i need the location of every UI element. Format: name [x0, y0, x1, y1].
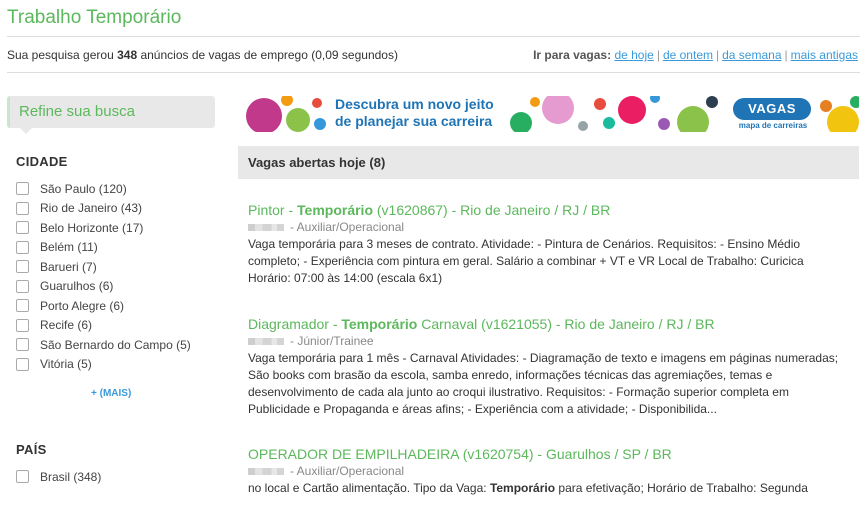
city-filter-item[interactable]: Barueri (7): [16, 257, 191, 277]
job-meta: - Júnior/Trainee: [248, 334, 848, 349]
goto-today-link[interactable]: de hoje: [614, 48, 653, 62]
city-filter-item[interactable]: Belém (11): [16, 238, 191, 258]
checkbox[interactable]: [16, 240, 29, 254]
city-filter-item[interactable]: Belo Horizonte (17): [16, 218, 191, 238]
job-level: - Júnior/Trainee: [290, 334, 374, 348]
city-filter-item[interactable]: Recife (6): [16, 316, 191, 336]
checkbox[interactable]: [16, 182, 29, 196]
checkbox[interactable]: [16, 201, 29, 215]
city-filter-item[interactable]: Rio de Janeiro (43): [16, 199, 191, 219]
company-name-blurred: [248, 468, 284, 475]
job-description: Vaga temporária para 3 meses de contrato…: [248, 237, 804, 285]
job-level: - Auxiliar/Operacional: [290, 464, 405, 478]
checkbox[interactable]: [16, 260, 29, 274]
checkbox[interactable]: [16, 279, 29, 293]
job-meta: - Auxiliar/Operacional: [248, 464, 848, 479]
goto-label: Ir para vagas:: [533, 48, 612, 62]
job-description: Vaga temporária para 1 mês - Carnaval At…: [248, 351, 839, 416]
company-name-blurred: [248, 224, 284, 231]
more-cities-link[interactable]: + (MAIS): [91, 388, 131, 399]
refine-search-header: Refine sua busca: [7, 96, 215, 134]
results-count: 348: [117, 48, 138, 62]
city-filter-item[interactable]: Vitória (5): [16, 355, 191, 375]
goto-week-link[interactable]: da semana: [722, 48, 781, 62]
city-filter-title: CIDADE: [16, 154, 68, 169]
divider: [7, 36, 860, 37]
job-description: no local e Cartão alimentação. Tipo da V…: [248, 481, 808, 495]
vagas-logo-subtitle: mapa de carreiras: [738, 121, 808, 130]
job-meta: - Auxiliar/Operacional: [248, 220, 848, 235]
job-title-link[interactable]: OPERADOR DE EMPILHADEIRA (v1620754) - Gu…: [248, 446, 848, 463]
job-listing: Diagramador - Temporário Carnaval (v1621…: [248, 316, 848, 418]
checkbox[interactable]: [16, 299, 29, 313]
job-listing: Pintor - Temporário (v1620867) - Rio de …: [248, 202, 848, 287]
job-title-link[interactable]: Pintor - Temporário (v1620867) - Rio de …: [248, 202, 848, 219]
job-title-link[interactable]: Diagramador - Temporário Carnaval (v1621…: [248, 316, 848, 333]
checkbox[interactable]: [16, 221, 29, 235]
goto-older-link[interactable]: mais antigas: [791, 48, 858, 62]
city-filter-item[interactable]: São Paulo (120): [16, 179, 191, 199]
checkbox[interactable]: [16, 318, 29, 332]
city-filter-list: São Paulo (120) Rio de Janeiro (43) Belo…: [16, 179, 191, 374]
country-filter-item[interactable]: Brasil (348): [16, 467, 101, 487]
divider: [7, 72, 860, 73]
job-level: - Auxiliar/Operacional: [290, 220, 405, 234]
job-listing: OPERADOR DE EMPILHADEIRA (v1620754) - Gu…: [248, 446, 848, 497]
open-jobs-header: Vagas abertas hoje (8): [238, 146, 859, 179]
checkbox[interactable]: [16, 470, 29, 484]
vagas-logo: VAGAS: [733, 98, 811, 120]
page-title: Trabalho Temporário: [7, 7, 182, 28]
country-filter-title: PAÍS: [16, 442, 47, 457]
checkbox[interactable]: [16, 338, 29, 352]
country-filter-list: Brasil (348): [16, 467, 101, 487]
checkbox[interactable]: [16, 357, 29, 371]
city-filter-item[interactable]: São Bernardo do Campo (5): [16, 335, 191, 355]
goto-yesterday-link[interactable]: de ontem: [663, 48, 713, 62]
city-filter-item[interactable]: Porto Alegre (6): [16, 296, 191, 316]
career-banner-ad[interactable]: Descubra um novo jeito de planejar sua c…: [238, 96, 859, 132]
city-filter-item[interactable]: Guarulhos (6): [16, 277, 191, 297]
results-summary: Sua pesquisa gerou 348 anúncios de vagas…: [7, 48, 398, 62]
company-name-blurred: [248, 338, 284, 345]
goto-filter: Ir para vagas: de hoje | de ontem | da seman…: [533, 48, 858, 62]
banner-headline: Descubra um novo jeito de planejar sua c…: [335, 96, 494, 129]
